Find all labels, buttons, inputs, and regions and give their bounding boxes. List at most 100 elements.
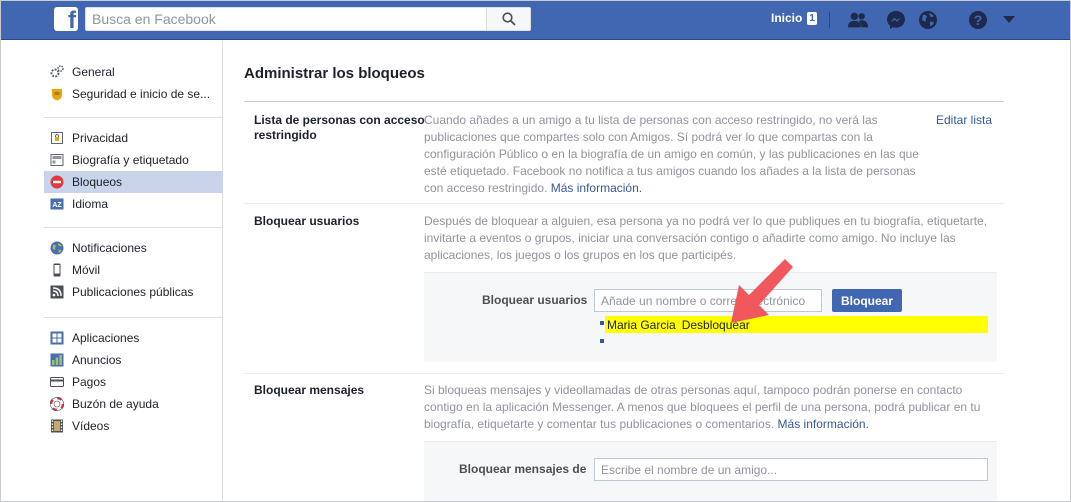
lifebuoy-icon	[50, 397, 64, 411]
mobile-icon	[50, 263, 64, 277]
svg-text:?: ?	[974, 12, 983, 28]
sidebar-item-mobile[interactable]: Móvil	[44, 259, 223, 281]
sidebar-item-blocking[interactable]: Bloqueos	[44, 171, 223, 193]
messenger-icon[interactable]	[885, 9, 907, 31]
account-menu-icon[interactable]	[998, 9, 1020, 31]
description-text: biografía, etiquetarte y comentar tus pu…	[424, 417, 775, 431]
sidebar-item-label: Publicaciones públicas	[72, 285, 194, 299]
description-line: Si bloqueas mensajes y videollamadas de …	[424, 383, 963, 397]
description-text: con acceso restringido.	[424, 181, 548, 195]
sidebar-item-label: Aplicaciones	[72, 331, 140, 345]
block-messages-field-label: Bloquear mensajes de	[459, 462, 587, 476]
description-line: esté etiquetado. Facebook no notifica a …	[424, 164, 916, 178]
edit-list-link[interactable]: Editar lista	[936, 113, 992, 127]
privacy-lock-icon	[50, 131, 64, 145]
description-line: invitarte a eventos o grupos, iniciar un…	[424, 231, 956, 245]
row-divider	[244, 373, 1004, 374]
description-line: biografía, etiquetarte y comentar tus pu…	[424, 416, 1004, 433]
top-navigation-bar: f Inicio 1 ?	[1, 1, 1070, 40]
sidebar-item-ads[interactable]: Anuncios	[44, 349, 223, 371]
sidebar-item-label: Biografía y etiquetado	[72, 153, 189, 167]
block-button[interactable]: Bloquear	[832, 289, 903, 312]
sidebar-item-label: Anuncios	[72, 353, 122, 367]
payments-card-icon	[50, 375, 64, 389]
restricted-list-description: Cuando añades a un amigo a tu lista de p…	[424, 112, 934, 197]
logo-letter: f	[68, 7, 76, 31]
notifications-globe-icon[interactable]	[917, 9, 939, 31]
block-users-label: Bloquear usuarios	[254, 214, 360, 228]
settings-sidebar: General Seguridad e inicio de se... Priv…	[1, 41, 223, 501]
sidebar-item-notifications[interactable]: Notificaciones	[44, 237, 223, 259]
search-icon	[501, 12, 516, 26]
sidebar-item-label: Idioma	[72, 197, 109, 211]
list-bullet	[600, 321, 604, 325]
search-box	[85, 7, 531, 31]
sidebar-item-public-posts[interactable]: Publicaciones públicas	[44, 281, 223, 303]
list-bullet	[600, 339, 604, 343]
search-button[interactable]	[486, 8, 530, 30]
more-info-link[interactable]: Más información.	[778, 417, 869, 431]
globe-icon	[50, 241, 64, 255]
description-line: Después de bloquear a alguien, esa perso…	[424, 214, 988, 228]
sidebar-group-notifications: Notificaciones Móvil Publicaciones públi…	[44, 237, 223, 303]
sidebar-item-label: Seguridad e inicio de se...	[72, 87, 211, 101]
home-link[interactable]: Inicio	[771, 11, 802, 25]
film-icon	[50, 419, 64, 433]
sidebar-item-videos[interactable]: Vídeos	[44, 415, 223, 437]
gears-icon	[50, 65, 64, 79]
block-messages-form: Bloquear mensajes de	[424, 441, 997, 501]
search-input[interactable]	[92, 8, 482, 30]
svg-text:AZ: AZ	[52, 202, 62, 209]
sidebar-item-security[interactable]: Seguridad e inicio de se...	[44, 83, 223, 105]
home-badge: 1	[807, 11, 817, 25]
restricted-label-line: Lista de personas con acceso	[254, 113, 425, 127]
sidebar-item-label: Bloqueos	[72, 175, 123, 189]
annotation-arrow-icon	[731, 259, 793, 323]
sidebar-item-language[interactable]: AZ Idioma	[44, 193, 223, 215]
block-messages-description: Si bloqueas mensajes y videollamadas de …	[424, 382, 1004, 433]
block-users-field-label: Bloquear usuarios	[482, 293, 588, 307]
title-divider	[244, 101, 1004, 102]
description-line: con acceso restringido. Más información.	[424, 180, 934, 197]
apps-icon	[50, 331, 64, 345]
page-title: Administrar los bloqueos	[244, 65, 425, 82]
timeline-icon	[50, 153, 64, 167]
row-divider	[244, 203, 1004, 204]
sidebar-item-label: Buzón de ayuda	[72, 397, 159, 411]
home-link-container[interactable]: Inicio 1	[771, 11, 817, 25]
sidebar-item-apps[interactable]: Aplicaciones	[44, 327, 223, 349]
sidebar-item-label: Móvil	[72, 263, 101, 277]
ads-icon	[50, 353, 64, 367]
sidebar-item-timeline[interactable]: Biografía y etiquetado	[44, 149, 223, 171]
sidebar-group-account: General Seguridad e inicio de se...	[44, 61, 223, 105]
block-users-form: Bloquear usuarios Bloquear Maria GarciaD…	[424, 272, 997, 362]
help-icon[interactable]: ?	[967, 9, 989, 31]
sidebar-item-payments[interactable]: Pagos	[44, 371, 223, 393]
sidebar-item-privacy[interactable]: Privacidad	[44, 127, 223, 149]
description-line: Cuando añades a un amigo a tu lista de p…	[424, 113, 878, 127]
rss-icon	[50, 285, 64, 299]
block-messages-label: Bloquear mensajes	[254, 383, 365, 397]
friend-requests-icon[interactable]	[847, 9, 869, 31]
sidebar-item-label: Notificaciones	[72, 241, 147, 255]
description-line: contigo en la aplicación Messenger. A me…	[424, 400, 981, 414]
sidebar-group-apps: Aplicaciones Anuncios Pagos Buzón de ayu…	[44, 327, 223, 437]
block-messages-input[interactable]	[594, 458, 988, 481]
sidebar-group-privacy: Privacidad Biografía y etiquetado Bloque…	[44, 127, 223, 215]
description-line: configuración Público o en la biografía …	[424, 147, 919, 161]
topbar-divider	[829, 12, 830, 28]
facebook-logo[interactable]: f	[54, 7, 78, 31]
sidebar-divider	[44, 117, 223, 118]
sidebar-item-support-inbox[interactable]: Buzón de ayuda	[44, 393, 223, 415]
browser-frame: f Inicio 1 ?	[0, 0, 1071, 502]
description-line: publicaciones que compartes solo con Ami…	[424, 130, 873, 144]
more-info-link[interactable]: Más información.	[551, 181, 642, 195]
security-badge-icon	[50, 87, 64, 101]
blocked-user-name: Maria Garcia	[607, 318, 676, 332]
sidebar-divider	[44, 317, 223, 318]
description-line: aplicaciones, los juegos o los grupos en…	[424, 248, 737, 262]
sidebar-item-label: Pagos	[72, 375, 107, 389]
block-users-description: Después de bloquear a alguien, esa perso…	[424, 213, 1004, 264]
sidebar-item-label: General	[72, 65, 115, 79]
sidebar-item-general[interactable]: General	[44, 61, 223, 83]
